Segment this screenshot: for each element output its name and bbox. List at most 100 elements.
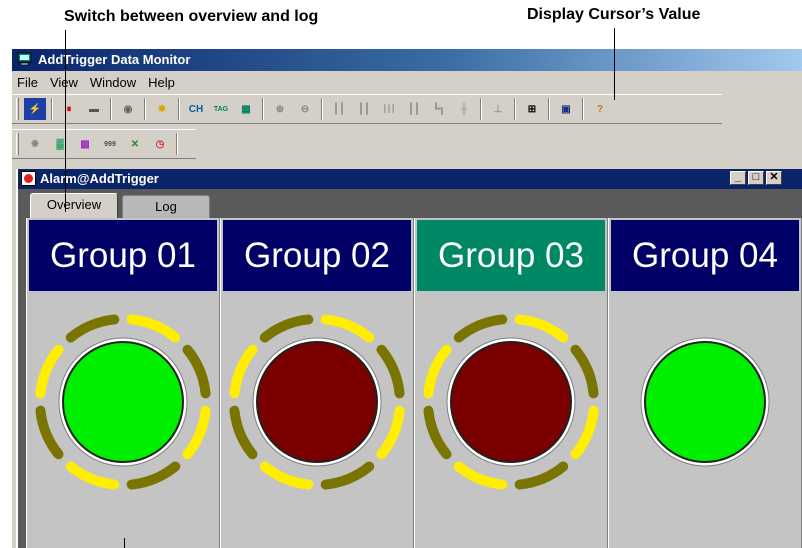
toolbar-separator xyxy=(144,98,146,120)
callout-cursor-value: Display Cursor’s Value xyxy=(527,6,701,23)
split-icon[interactable]: ╫ xyxy=(453,98,475,120)
alarm-ring-segment xyxy=(320,314,375,343)
alarm-ring-segment xyxy=(65,314,120,343)
grid-icon[interactable]: ▦ xyxy=(235,98,257,120)
help-icon[interactable]: ? xyxy=(589,98,611,120)
alarm-ring-segment xyxy=(229,405,258,460)
timer-icon[interactable]: ◷ xyxy=(149,133,171,155)
alarm-ring-segment xyxy=(35,344,64,399)
menu-file[interactable]: File xyxy=(12,73,45,93)
group-header: Group 02 xyxy=(223,220,411,291)
toolbar-separator xyxy=(321,98,323,120)
callout-leader-cursor xyxy=(614,28,615,100)
secondary-toolbar: ✹ ▓ ▩ 999 ✕ ◷ xyxy=(12,129,196,159)
lamp-light xyxy=(62,341,184,463)
trigger-icon[interactable]: ✸ xyxy=(151,98,173,120)
alarm-ring-segment xyxy=(182,405,211,460)
group-header: Group 03 xyxy=(417,220,605,291)
tab-overview[interactable]: Overview xyxy=(30,193,118,218)
close-button[interactable]: ✕ xyxy=(766,171,782,185)
alarm-lamp xyxy=(229,314,405,490)
cursor-value-icon[interactable]: ⊞ xyxy=(521,98,543,120)
fit-icon[interactable]: ⊥ xyxy=(487,98,509,120)
color-icon[interactable]: ▓ xyxy=(49,133,71,155)
settings-icon[interactable]: ✹ xyxy=(24,133,46,155)
alarm-ring-segment xyxy=(376,405,405,460)
callout-switch-tabs: Switch between overview and log xyxy=(64,8,319,25)
counter-icon[interactable]: 999 xyxy=(99,133,121,155)
tab-log[interactable]: Log xyxy=(122,195,210,218)
window-controls: _ □ ✕ xyxy=(730,171,784,185)
menu-help[interactable]: Help xyxy=(143,73,182,93)
alarm-icon xyxy=(21,171,36,186)
callout-leader-tabs xyxy=(65,30,66,212)
menu-bar: File View Window Help xyxy=(12,73,182,93)
menu-window[interactable]: Window xyxy=(85,73,143,93)
alarm-ring-segment xyxy=(453,314,508,343)
alarm-ring-segment xyxy=(423,344,452,399)
alarm-ring-segment xyxy=(320,461,375,490)
alarm-ring-segment xyxy=(570,405,599,460)
alarm-ring-segment xyxy=(423,405,452,460)
lamp-light xyxy=(450,341,572,463)
tag-icon[interactable]: TAG xyxy=(210,98,232,120)
minimize-button[interactable]: _ xyxy=(730,171,746,185)
toolbar-separator xyxy=(176,133,178,155)
group-panel[interactable]: Group 01 xyxy=(26,218,220,548)
group-panel[interactable]: Group 03 xyxy=(414,218,608,548)
stop-icon[interactable]: ⏸ xyxy=(58,98,80,120)
bars4-icon[interactable]: ┃┃ xyxy=(403,98,425,120)
bars3-icon[interactable]: ┃┃┃ xyxy=(378,98,400,120)
palette-icon[interactable]: ▩ xyxy=(74,133,96,155)
app-window: AddTrigger Data Monitor File View Window He… xyxy=(10,49,802,548)
maximize-button[interactable]: □ xyxy=(748,171,764,185)
toolbar-separator xyxy=(51,98,53,120)
record-icon[interactable]: ▬ xyxy=(83,98,105,120)
monitor-icon xyxy=(17,52,32,66)
alarm-ring-segment xyxy=(376,344,405,399)
alarm-window: Alarm@AddTrigger _ □ ✕ Log Overview Grou… xyxy=(16,169,802,548)
app-title: AddTrigger Data Monitor xyxy=(38,52,191,67)
step-icon[interactable]: ┗┓ xyxy=(428,98,450,120)
connect-icon[interactable]: ⚡ xyxy=(24,98,46,120)
alarm-window-titlebar[interactable]: Alarm@AddTrigger _ □ ✕ xyxy=(18,169,802,189)
zoom-in-icon[interactable]: ⊕ xyxy=(269,98,291,120)
toolbar-separator xyxy=(262,98,264,120)
toolbar-grip[interactable] xyxy=(16,98,19,120)
app-titlebar[interactable]: AddTrigger Data Monitor xyxy=(12,49,802,71)
alarm-ring-segment xyxy=(35,405,64,460)
alarm-ring-segment xyxy=(514,314,569,343)
alarm-ring-segment xyxy=(453,461,508,490)
alarm-window-title: Alarm@AddTrigger xyxy=(40,171,159,186)
group-panel[interactable]: Group 04 xyxy=(608,218,802,548)
alarm-ring-segment xyxy=(182,344,211,399)
print-icon[interactable]: ▣ xyxy=(555,98,577,120)
alarm-lamp xyxy=(423,314,599,490)
target-icon[interactable]: ◉ xyxy=(117,98,139,120)
bars-icon[interactable]: ┃┃ xyxy=(328,98,350,120)
alarm-lamp xyxy=(35,314,211,490)
alarm-ring-segment xyxy=(570,344,599,399)
alarm-ring-segment xyxy=(514,461,569,490)
alarm-ring-segment xyxy=(229,344,258,399)
toolbar-separator xyxy=(178,98,180,120)
alarm-ring-segment xyxy=(259,314,314,343)
zoom-out-icon[interactable]: ⊖ xyxy=(294,98,316,120)
toolbar-separator xyxy=(480,98,482,120)
toolbar-separator xyxy=(548,98,550,120)
tab-strip: Log Overview xyxy=(18,191,802,218)
lamp-light xyxy=(256,341,378,463)
bars2-icon[interactable]: ┃┃ xyxy=(353,98,375,120)
mark-icon[interactable]: ✕ xyxy=(124,133,146,155)
toolbar-grip[interactable] xyxy=(16,133,19,155)
group-panel[interactable]: Group 02 xyxy=(220,218,414,548)
toolbar-separator xyxy=(514,98,516,120)
alarm-lamp xyxy=(640,337,770,467)
toolbar-separator xyxy=(110,98,112,120)
alarm-ring-segment xyxy=(126,461,181,490)
callout-leader-bottom xyxy=(124,538,125,548)
group-header: Group 01 xyxy=(29,220,217,291)
channel-icon[interactable]: CH xyxy=(185,98,207,120)
main-toolbar: ⚡ ⏸ ▬ ◉ ✸ CH TAG ▦ ⊕ ⊖ ┃┃ ┃┃ ┃┃┃ ┃┃ ┗┓ ╫ ⊥ ⊞ ▣? xyxy=(12,94,722,124)
group-header: Group 04 xyxy=(611,220,799,291)
